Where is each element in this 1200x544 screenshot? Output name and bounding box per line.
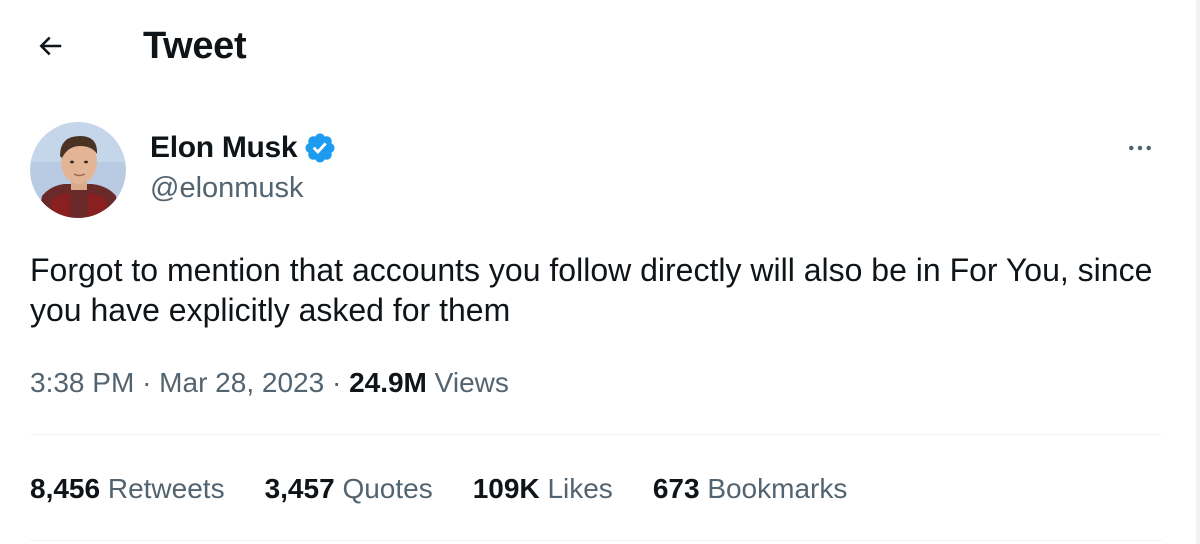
tweet-meta: 3:38 PM · Mar 28, 2023 · 24.9M Views [30, 364, 509, 402]
retweets-stat[interactable]: 8,456 Retweets [30, 470, 225, 508]
stat-label: Retweets [107, 473, 225, 504]
back-button[interactable] [26, 22, 74, 70]
page-title: Tweet [143, 25, 247, 67]
tweet-date: Mar 28, 2023 [159, 367, 325, 398]
quotes-stat[interactable]: 3,457 Quotes [265, 470, 433, 508]
divider [30, 540, 1162, 541]
stat-count: 673 [652, 473, 700, 504]
header-bar: Tweet [0, 0, 1196, 92]
tweet-time-link[interactable]: 3:38 PM · Mar 28, 2023 [30, 367, 324, 398]
engagement-stats: 8,456 Retweets 3,457 Quotes 109K Likes 6… [30, 470, 887, 508]
tweet-time: 3:38 PM [30, 367, 135, 398]
profile-photo [30, 122, 126, 218]
views-label: Views [434, 367, 509, 398]
author-handle[interactable]: @elonmusk [150, 170, 304, 206]
avatar[interactable] [30, 122, 126, 218]
stat-count: 8,456 [30, 473, 101, 504]
stat-count: 109K [472, 473, 540, 504]
tweet-text: Forgot to mention that accounts you foll… [30, 252, 1153, 328]
stat-count: 3,457 [264, 473, 335, 504]
more-options-button[interactable] [1118, 128, 1162, 168]
divider [30, 434, 1162, 435]
bookmarks-stat[interactable]: 673 Bookmarks [653, 470, 848, 508]
column-border [1196, 0, 1200, 544]
display-name[interactable]: Elon Musk [150, 131, 298, 165]
views-count: 24.9M [349, 367, 427, 398]
meta-separator: · [331, 367, 342, 398]
more-horizontal-icon [1129, 145, 1151, 151]
verified-badge-icon[interactable] [303, 131, 337, 165]
arrow-left-icon [39, 36, 62, 56]
stat-label: Likes [547, 473, 613, 504]
author-name-row: Elon Musk [150, 128, 337, 168]
likes-stat[interactable]: 109K Likes [473, 470, 613, 508]
views-link[interactable]: 24.9M Views [349, 367, 509, 398]
stat-label: Bookmarks [707, 473, 848, 504]
meta-separator: · [142, 367, 152, 398]
stat-label: Quotes [342, 473, 433, 504]
